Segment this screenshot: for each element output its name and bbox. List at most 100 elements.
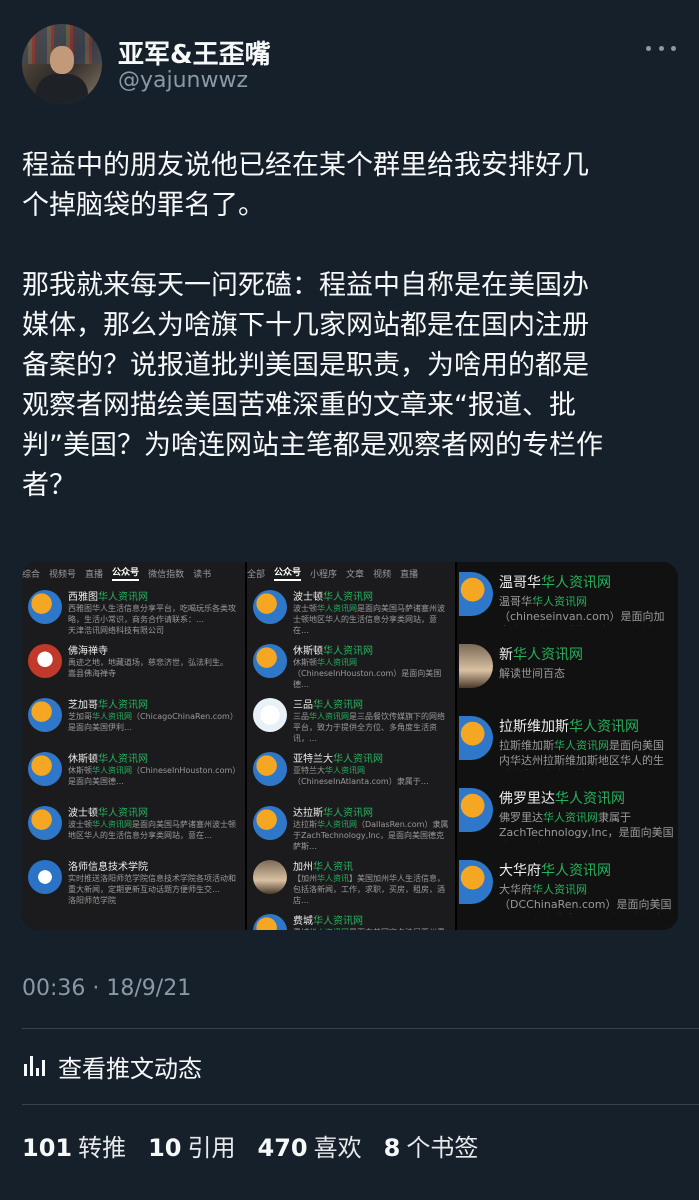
search-result-item: 佛罗里达华人资讯网 佛罗里达华人资讯网隶属于ZachTechnology,Inc，…: [457, 780, 678, 852]
tweet-header: 亚军&王歪嘴 @yajunwwz: [22, 24, 682, 104]
search-result-item: 波士顿华人资讯网 波士顿华人资讯网是面向美国马萨诸塞州波士顿地区华人的生活信息分享…: [247, 584, 455, 638]
search-result-item: 达拉斯华人资讯网 达拉斯华人资讯网（DallasRen.com）隶属于ZachTe…: [247, 800, 455, 854]
search-tab: 公众号: [274, 565, 302, 581]
display-name[interactable]: 亚军&王歪嘴: [118, 34, 271, 71]
search-result-item: 波士顿华人资讯网 波士顿华人资讯网是面向美国马萨诸塞州波士顿地区华人的生活信息分享…: [22, 800, 245, 854]
search-tab: 公众号: [112, 565, 140, 581]
stat-value: 101: [22, 1134, 73, 1162]
likes-stat[interactable]: 470 喜欢: [258, 1128, 362, 1163]
search-tab: 直播: [400, 569, 419, 580]
result-title: 波士顿华人资讯网: [293, 592, 373, 603]
media-panel-middle: 全部 公众号 小程序 文章 视频 直播 波士顿华人资讯网 波士顿华人资讯网是面向美国马萨诸塞…: [247, 562, 455, 930]
stat-label: 喜欢: [313, 1134, 362, 1162]
result-title: 温哥华华人资讯网: [499, 575, 611, 591]
result-description: 拉斯维加斯华人资讯网是面向美国内华达州拉斯维加斯地区华人的生活信息分享类网站: [499, 739, 664, 770]
result-title: 佛海禅寺: [68, 646, 108, 657]
account-logo-icon: [28, 860, 62, 894]
search-result-item: 加州华人资讯 【加州华人资讯】美国加州华人生活信息，包括洛新闻，工作，求职，买房，…: [247, 854, 455, 908]
account-logo-icon: [253, 806, 287, 840]
media-panel-right: 温哥华华人资讯网温哥华华人资讯网（chineseinvan.com）是面向加拿大…: [457, 562, 678, 930]
search-result-item: 拉斯维加斯华人资讯网拉斯维加斯华人资讯网是面向美国内华达州拉斯维加斯地区华人的生…: [457, 708, 678, 780]
search-tab: 视频号: [49, 569, 77, 580]
search-result-item: 三品华人资讯网 三品华人资讯网是三品餐饮传媒旗下的网络平台，致力于提供全方位、多角…: [247, 692, 455, 746]
tweet-media-image[interactable]: 综合 视频号 直播 公众号 微信指数 读书 西雅图华人资讯网 西雅图华人生活信息分享平台，吃…: [22, 562, 678, 930]
account-logo-icon: [28, 644, 62, 678]
result-title: 洛师信息技术学院: [68, 862, 148, 873]
account-logo-icon: [253, 698, 287, 732]
search-result-item: 亚特兰大华人资讯网 亚特兰大华人资讯网（ChineseInAtlanta.com）…: [247, 746, 455, 800]
account-logo-icon: [459, 860, 493, 904]
result-title: 拉斯维加斯华人资讯网: [499, 719, 639, 735]
result-title: 芝加哥华人资讯网: [68, 700, 148, 711]
result-title: 休斯顿华人资讯网: [293, 646, 373, 657]
bookmarks-stat[interactable]: 8 个书签: [384, 1128, 479, 1163]
stat-label: 转推: [78, 1134, 127, 1162]
stat-label: 个书签: [406, 1134, 479, 1162]
search-tabs: 全部 公众号 小程序 文章 视频 直播: [247, 562, 455, 584]
search-result-item: 温哥华华人资讯网温哥华华人资讯网（chineseinvan.com）是面向加拿大…: [457, 564, 678, 636]
result-description: 实时推送洛阳师范学院信息技术学院各项活动和重大新闻，定期更新互动话题方便师生交……: [68, 874, 236, 905]
result-description: 达拉斯华人资讯网（DallasRen.com）隶属于ZachTechnology…: [293, 820, 449, 851]
media-panel-left: 综合 视频号 直播 公众号 微信指数 读书 西雅图华人资讯网 西雅图华人生活信息分享平台，吃…: [22, 562, 245, 930]
account-logo-icon: [253, 644, 287, 678]
result-title: 大华府华人资讯网: [499, 863, 611, 879]
account-logo-icon: [253, 590, 287, 624]
result-title: 休斯顿华人资讯网: [68, 754, 148, 765]
account-logo-icon: [253, 752, 287, 786]
account-logo-icon: [459, 572, 493, 616]
result-description: 解读世间百态: [499, 667, 565, 680]
account-logo-icon: [28, 806, 62, 840]
tweet-timestamp[interactable]: 00:36 · 18/9/21: [22, 976, 191, 1001]
result-description: 禹迹之地，地藏道场，慈悲济世，弘法利生。 嵩县佛海禅寺: [68, 658, 228, 678]
search-result-item: 新华人资讯网 解读世间百态: [457, 636, 678, 708]
search-tab: 直播: [85, 569, 104, 580]
account-logo-icon: [253, 860, 287, 894]
search-result-item: 休斯顿华人资讯网 休斯顿华人资讯网（ChineseInHouston.com）是面…: [22, 746, 245, 800]
result-title: 亚特兰大华人资讯网: [293, 754, 383, 765]
result-description: 温哥华华人资讯网（chineseinvan.com）是面向加拿大不列颠哥伦比亚省…: [499, 595, 665, 626]
stat-value: 10: [148, 1134, 182, 1162]
divider: [22, 1104, 699, 1105]
search-tab: 文章: [346, 569, 365, 580]
more-options-icon[interactable]: [646, 38, 676, 58]
search-tabs: 综合 视频号 直播 公众号 微信指数 读书: [22, 562, 245, 584]
user-handle[interactable]: @yajunwwz: [118, 68, 248, 93]
quotes-stat[interactable]: 10 引用: [148, 1128, 235, 1163]
search-tab: 读书: [193, 569, 212, 580]
divider: [22, 1028, 699, 1029]
result-title: 达拉斯华人资讯网: [293, 808, 373, 819]
search-result-item: 佛海禅寺 禹迹之地，地藏道场，慈悲济世，弘法利生。 嵩县佛海禅寺: [22, 638, 245, 692]
result-description: 亚特兰大华人资讯网（ChineseInAtlanta.com）隶属于…: [293, 766, 429, 786]
search-result-item: 西雅图华人资讯网 西雅图华人生活信息分享平台，吃喝玩乐各类攻略，生活小常识，商务合…: [22, 584, 245, 638]
result-title: 佛罗里达华人资讯网: [499, 791, 625, 807]
result-description: 西雅图华人生活信息分享平台，吃喝玩乐各类攻略，生活小常识，商务合作请联系：… 天津…: [68, 604, 236, 635]
search-result-item: 洛师信息技术学院 实时推送洛阳师范学院信息技术学院各项活动和重大新闻，定期更新互动…: [22, 854, 245, 908]
account-logo-icon: [459, 788, 493, 832]
avatar[interactable]: [22, 24, 102, 104]
account-logo-icon: [28, 698, 62, 732]
view-tweet-activity-link[interactable]: 查看推文动态: [22, 1048, 202, 1084]
search-result-item: 大华府华人资讯网大华府华人资讯网（DCChinaRen.com）是面向美国马里兰…: [457, 852, 678, 924]
result-title: 西雅图华人资讯网: [68, 592, 148, 603]
search-tab: 综合: [22, 569, 41, 580]
result-title: 新华人资讯网: [499, 647, 583, 663]
result-title: 加州华人资讯: [293, 862, 353, 873]
result-title: 波士顿华人资讯网: [68, 808, 148, 819]
search-tab: 微信指数: [148, 569, 185, 580]
search-tab: 全部: [247, 569, 266, 580]
engagement-stats: 101 转推 10 引用 470 喜欢 8 个书签: [22, 1128, 500, 1163]
account-logo-icon: [459, 644, 493, 688]
result-description: 大华府华人资讯网（DCChinaRen.com）是面向美国马里兰州和弗吉尼亚州之…: [499, 883, 672, 914]
search-result-item: 费城华人资讯网费城华人资讯网是面向美国宾夕法尼亚州费城地区华人的生活信息分享类网…: [247, 908, 455, 930]
search-tab: 视频: [373, 569, 392, 580]
result-description: 波士顿华人资讯网是面向美国马萨诸塞州波士顿地区华人的生活信息分享类网站，意在…: [293, 604, 445, 635]
search-result-item: 休斯顿华人资讯网 休斯顿华人资讯网（ChineseInHouston.com）是面…: [247, 638, 455, 692]
account-logo-icon: [28, 590, 62, 624]
result-title: 费城华人资讯网: [293, 916, 363, 927]
search-tab: 小程序: [310, 569, 338, 580]
retweets-stat[interactable]: 101 转推: [22, 1128, 126, 1163]
result-description: 休斯顿华人资讯网（ChineseInHouston.com）是面向美国德…: [293, 658, 442, 689]
result-description: 波士顿华人资讯网是面向美国马萨诸塞州波士顿地区华人的生活信息分享类网站，意在…: [68, 820, 236, 840]
analytics-icon: [22, 1054, 46, 1078]
account-logo-icon: [253, 914, 287, 930]
